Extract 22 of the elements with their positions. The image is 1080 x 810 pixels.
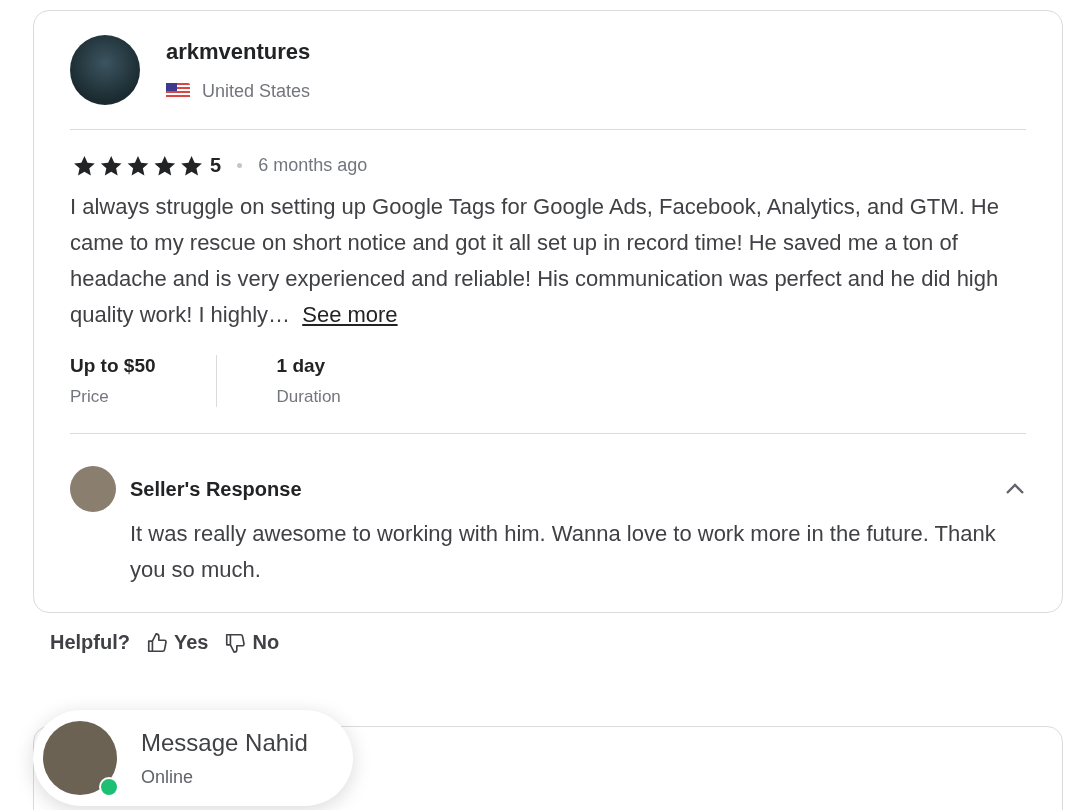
reviewer-name: arkmventures (166, 38, 311, 65)
yes-button[interactable]: Yes (146, 631, 209, 654)
reviewer-country: United States (202, 80, 311, 102)
review-time: 6 months ago (258, 155, 368, 176)
detail-value: 1 day (276, 355, 327, 377)
seller-avatar (70, 466, 116, 512)
detail-value: Up to $50 (70, 355, 156, 377)
flag-icon (166, 83, 190, 99)
detail-label: Price (70, 387, 110, 407)
review-text: I always struggle on setting up Google Tags for Google Ads, Facebook, Analytics, and GTM. He came to my rescue on short notice and got it all set up in record time! He saved me a ton of headache and is very experienced and reliable! His communication was perfect and he did high quality work! I highly… See more (70, 193, 1000, 329)
seller-response-title: Seller's Response (130, 477, 303, 501)
detail-label: Duration (276, 387, 341, 407)
thumbs-down-icon (224, 631, 247, 654)
seller-response-text: It was really awesome to working with him. Wanna love to work more in the future. Thank you so much. (130, 520, 997, 584)
message-title: Message Nahid (141, 728, 308, 757)
message-bubble[interactable]: Message Nahid Online (33, 710, 353, 806)
thumbs-up-icon (146, 631, 168, 654)
rating-value: 5 (210, 154, 222, 177)
online-status: Online (141, 766, 195, 788)
helpful-label: Helpful? (50, 631, 130, 654)
see-more-link[interactable]: See more (302, 302, 398, 327)
no-button[interactable]: No (224, 631, 280, 654)
